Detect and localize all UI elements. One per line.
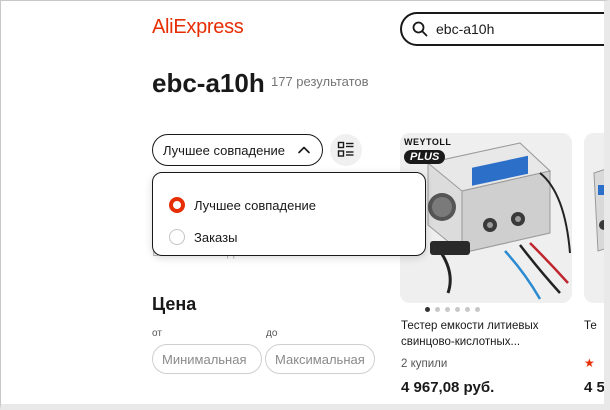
price-filter-title: Цена xyxy=(152,294,197,314)
price-from-label: от xyxy=(152,328,162,339)
price-min-input[interactable] xyxy=(152,344,262,374)
product-price: 4 5 xyxy=(584,379,605,396)
image-carousel-dots xyxy=(425,307,480,312)
price-max-input[interactable] xyxy=(265,344,375,374)
product-title[interactable]: Тестер емкости литиевых свинцово-кислотн… xyxy=(401,318,569,350)
carousel-dot[interactable] xyxy=(475,307,480,312)
sort-option-label: Заказы xyxy=(194,229,238,245)
price-to-label: до xyxy=(266,328,278,339)
chevron-up-icon xyxy=(298,146,310,154)
sort-option-orders[interactable]: Заказы xyxy=(153,221,425,253)
sort-option-best-match[interactable]: Лучшее совпадение xyxy=(153,189,425,221)
carousel-dot[interactable] xyxy=(435,307,440,312)
sort-option-label: Лучшее совпадение xyxy=(194,197,316,213)
product-image[interactable] xyxy=(584,133,610,303)
list-view-icon xyxy=(337,141,354,157)
search-input[interactable] xyxy=(436,21,586,37)
brand-name: WEYTOLL xyxy=(404,137,452,147)
results-count: 177 результатов xyxy=(271,74,369,89)
search-icon xyxy=(412,21,428,37)
view-toggle-button[interactable] xyxy=(330,134,362,166)
product-thumbnail-image xyxy=(584,133,610,303)
radio-unchecked-icon xyxy=(169,229,185,245)
brand-badge: WEYTOLL PLUS xyxy=(404,137,451,165)
search-query-title: ebc-a10h xyxy=(152,68,265,98)
plus-badge: PLUS xyxy=(404,150,446,164)
aliexpress-logo[interactable]: AliExpress xyxy=(152,16,244,39)
carousel-dot[interactable] xyxy=(455,307,460,312)
carousel-dot[interactable] xyxy=(445,307,450,312)
product-title[interactable]: Те xyxy=(584,318,597,334)
sort-options-menu: Лучшее совпадение Заказы xyxy=(152,172,426,256)
carousel-dot[interactable] xyxy=(425,307,430,312)
radio-checked-icon xyxy=(169,197,185,213)
sort-selected-label: Лучшее совпадение xyxy=(163,142,285,158)
product-sold-count: 2 купили xyxy=(401,358,448,370)
search-bar[interactable] xyxy=(400,12,610,46)
carousel-dot[interactable] xyxy=(465,307,470,312)
star-icon: ★ xyxy=(584,356,595,370)
sort-dropdown-button[interactable]: Лучшее совпадение xyxy=(152,134,323,166)
product-price: 4 967,08 руб. xyxy=(401,379,495,396)
